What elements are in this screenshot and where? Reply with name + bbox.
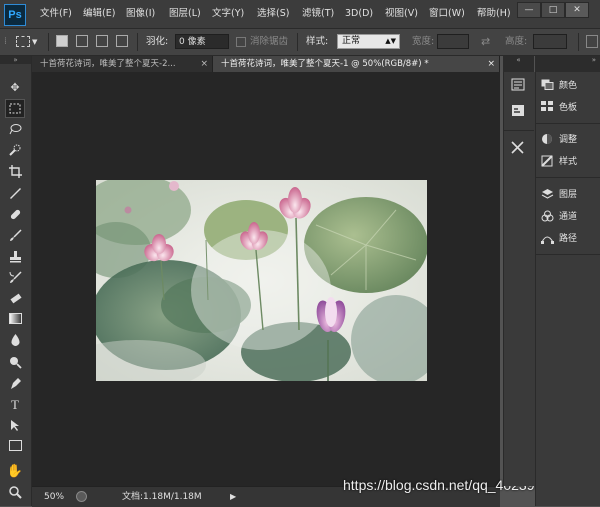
- clone-stamp-tool-icon[interactable]: [5, 247, 25, 266]
- dodge-tool-icon[interactable]: [5, 353, 25, 372]
- options-bar: ⁞ ▼ 羽化: 0 像素 消除锯齿 样式: 正常 ▲▼ 宽度: ⇄ 高度:: [0, 29, 600, 56]
- crop-tool-icon[interactable]: [5, 162, 25, 181]
- new-selection-icon[interactable]: [56, 35, 68, 47]
- preset-chevron-down-icon[interactable]: ▼: [32, 29, 37, 55]
- grip-icon: ⁞: [4, 36, 8, 47]
- panel-label: 图层: [559, 190, 578, 200]
- close-button[interactable]: ✕: [565, 2, 589, 18]
- lasso-tool-icon[interactable]: [5, 120, 25, 139]
- marquee-preset-icon[interactable]: [16, 36, 30, 47]
- zoom-tool-icon[interactable]: [5, 483, 25, 502]
- panel-label: 路径: [559, 234, 578, 244]
- swatches-icon: [540, 100, 554, 115]
- channels-icon: [540, 210, 554, 224]
- antialias-label: 消除锯齿: [250, 36, 289, 47]
- width-input[interactable]: [437, 34, 469, 49]
- pen-tool-icon[interactable]: [5, 374, 25, 393]
- history-panel-icon[interactable]: [506, 78, 530, 98]
- feather-input[interactable]: 0 像素: [175, 34, 229, 49]
- type-tool-icon[interactable]: T: [5, 395, 25, 414]
- paths-icon: [540, 232, 554, 246]
- width-label: 宽度:: [412, 36, 435, 47]
- panel-paths[interactable]: 路径: [540, 230, 598, 248]
- layers-icon: [540, 188, 554, 202]
- tab-title: 十首荷花诗词，唯美了整个夏天-1 @ 50%(RGB/8#) *: [221, 59, 429, 69]
- panel-channels[interactable]: 通道: [540, 208, 598, 226]
- document-tab-bar: 十首荷花诗词，唯美了整个夏天-2... × 十首荷花诗词，唯美了整个夏天-1 @…: [32, 56, 500, 72]
- panel-label: 色板: [559, 103, 578, 113]
- menu-filter[interactable]: 滤镜(T): [302, 0, 334, 28]
- hand-tool-icon[interactable]: ✋: [5, 462, 25, 481]
- zoom-level[interactable]: 50%: [44, 487, 64, 507]
- menu-bar: Ps 文件(F) 编辑(E) 图像(I) 图层(L) 文字(Y) 选择(S) 滤…: [0, 0, 600, 29]
- menu-type[interactable]: 文字(Y): [212, 0, 244, 28]
- brush-tool-icon[interactable]: [5, 226, 25, 245]
- tab-close-icon[interactable]: ×: [487, 56, 495, 72]
- collapse-icon[interactable]: »: [0, 56, 31, 64]
- path-select-tool-icon[interactable]: [5, 416, 25, 435]
- feather-label: 羽化:: [146, 36, 169, 47]
- eraser-tool-icon[interactable]: [5, 289, 25, 308]
- tab-close-icon[interactable]: ×: [200, 56, 208, 72]
- color-icon: [540, 79, 554, 93]
- panel-label: 样式: [559, 157, 578, 167]
- panel-label: 调整: [559, 135, 578, 145]
- menu-help[interactable]: 帮助(H): [477, 0, 511, 28]
- menu-layer[interactable]: 图层(L): [169, 0, 201, 28]
- style-value: 正常: [342, 36, 361, 46]
- subtract-selection-icon[interactable]: [96, 35, 108, 47]
- lotus-painting-image[interactable]: [96, 180, 427, 381]
- add-selection-icon[interactable]: [76, 35, 88, 47]
- marquee-tool-icon[interactable]: [5, 99, 25, 118]
- refine-edge-button[interactable]: [586, 35, 598, 48]
- minimize-button[interactable]: —: [517, 2, 541, 18]
- dock-collapse-icon[interactable]: »: [535, 56, 600, 72]
- quick-select-tool-icon[interactable]: [5, 141, 25, 160]
- panel-adjustments[interactable]: 调整: [540, 131, 598, 149]
- adjustments-icon: [540, 133, 554, 147]
- menu-window[interactable]: 窗口(W): [429, 0, 465, 28]
- panel-swatches[interactable]: 色板: [540, 99, 598, 117]
- panel-layers[interactable]: 图层: [540, 186, 598, 204]
- tab-document-2[interactable]: 十首荷花诗词，唯美了整个夏天-2... ×: [32, 56, 213, 72]
- menu-view[interactable]: 视图(V): [385, 0, 418, 28]
- move-tool-icon[interactable]: ✥: [5, 78, 25, 97]
- tools-panel: » ✥ T ✋: [0, 56, 32, 506]
- maximize-button[interactable]: □: [541, 2, 565, 18]
- properties-panel-icon[interactable]: [506, 104, 530, 124]
- height-label: 高度:: [505, 36, 528, 47]
- menu-file[interactable]: 文件(F): [40, 0, 72, 28]
- style-chevron-icon: ▲▼: [385, 37, 396, 45]
- document-size: 文档:1.18M/1.18M: [122, 492, 202, 502]
- height-input[interactable]: [533, 34, 567, 49]
- menu-image[interactable]: 图像(I): [126, 0, 155, 28]
- panel-label: 颜色: [559, 81, 578, 91]
- style-label: 样式:: [306, 36, 329, 47]
- panel-collapse-icon[interactable]: «: [503, 56, 534, 72]
- swap-icon[interactable]: ⇄: [481, 29, 490, 55]
- antialias-checkbox[interactable]: [236, 37, 246, 47]
- panel-label: 通道: [559, 212, 578, 222]
- menu-select[interactable]: 选择(S): [257, 0, 289, 28]
- menu-3d[interactable]: 3D(D): [345, 0, 373, 28]
- history-brush-tool-icon[interactable]: [5, 268, 25, 287]
- panel-styles[interactable]: 样式: [540, 153, 598, 171]
- style-select[interactable]: 正常 ▲▼: [337, 34, 400, 49]
- blur-tool-icon[interactable]: [5, 331, 25, 350]
- eyedropper-tool-icon[interactable]: [5, 184, 25, 203]
- panel-color[interactable]: 颜色: [540, 77, 598, 95]
- status-menu-arrow-icon[interactable]: ▶: [230, 487, 236, 507]
- collapsed-panel-column: [503, 72, 535, 486]
- gradient-tool-icon[interactable]: [5, 310, 25, 329]
- tool-presets-icon[interactable]: [506, 141, 530, 161]
- status-info-icon[interactable]: [76, 491, 87, 502]
- healing-tool-icon[interactable]: [5, 205, 25, 224]
- intersect-selection-icon[interactable]: [116, 35, 128, 47]
- shape-tool-icon[interactable]: [5, 437, 25, 456]
- tab-title: 十首荷花诗词，唯美了整个夏天-2...: [40, 59, 176, 69]
- menu-edit[interactable]: 编辑(E): [83, 0, 115, 28]
- tab-document-1[interactable]: 十首荷花诗词，唯美了整个夏天-1 @ 50%(RGB/8#) * ×: [213, 56, 500, 72]
- photoshop-logo: Ps: [4, 4, 26, 26]
- styles-icon: [540, 154, 554, 169]
